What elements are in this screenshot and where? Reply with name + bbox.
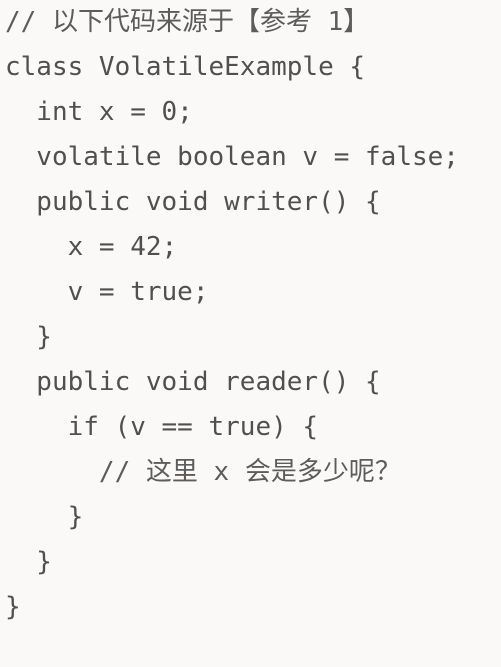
code-line-assign-x: x = 42;	[5, 232, 178, 262]
code-line-close-reader: }	[5, 547, 52, 577]
code-block: // 以下代码来源于【参考 1】 class VolatileExample {…	[0, 0, 501, 667]
code-line-volatile-field: volatile boolean v = false;	[5, 142, 459, 172]
code-line-class-declaration: class VolatileExample {	[5, 52, 366, 82]
code-line-writer-method: public void writer() {	[5, 187, 381, 217]
code-line-comment: // 以下代码来源于【参考 1】	[5, 7, 370, 37]
code-line-close-class: }	[5, 592, 21, 622]
code-line-if-statement: if (v == true) {	[5, 412, 319, 442]
code-line-close-writer: }	[5, 322, 52, 352]
code-line-inner-comment: // 这里 x 会是多少呢？	[5, 457, 401, 487]
code-line-int-field: int x = 0;	[5, 97, 193, 127]
code-line-assign-v: v = true;	[5, 277, 209, 307]
code-line-reader-method: public void reader() {	[5, 367, 381, 397]
code-line-close-if: }	[5, 502, 84, 532]
